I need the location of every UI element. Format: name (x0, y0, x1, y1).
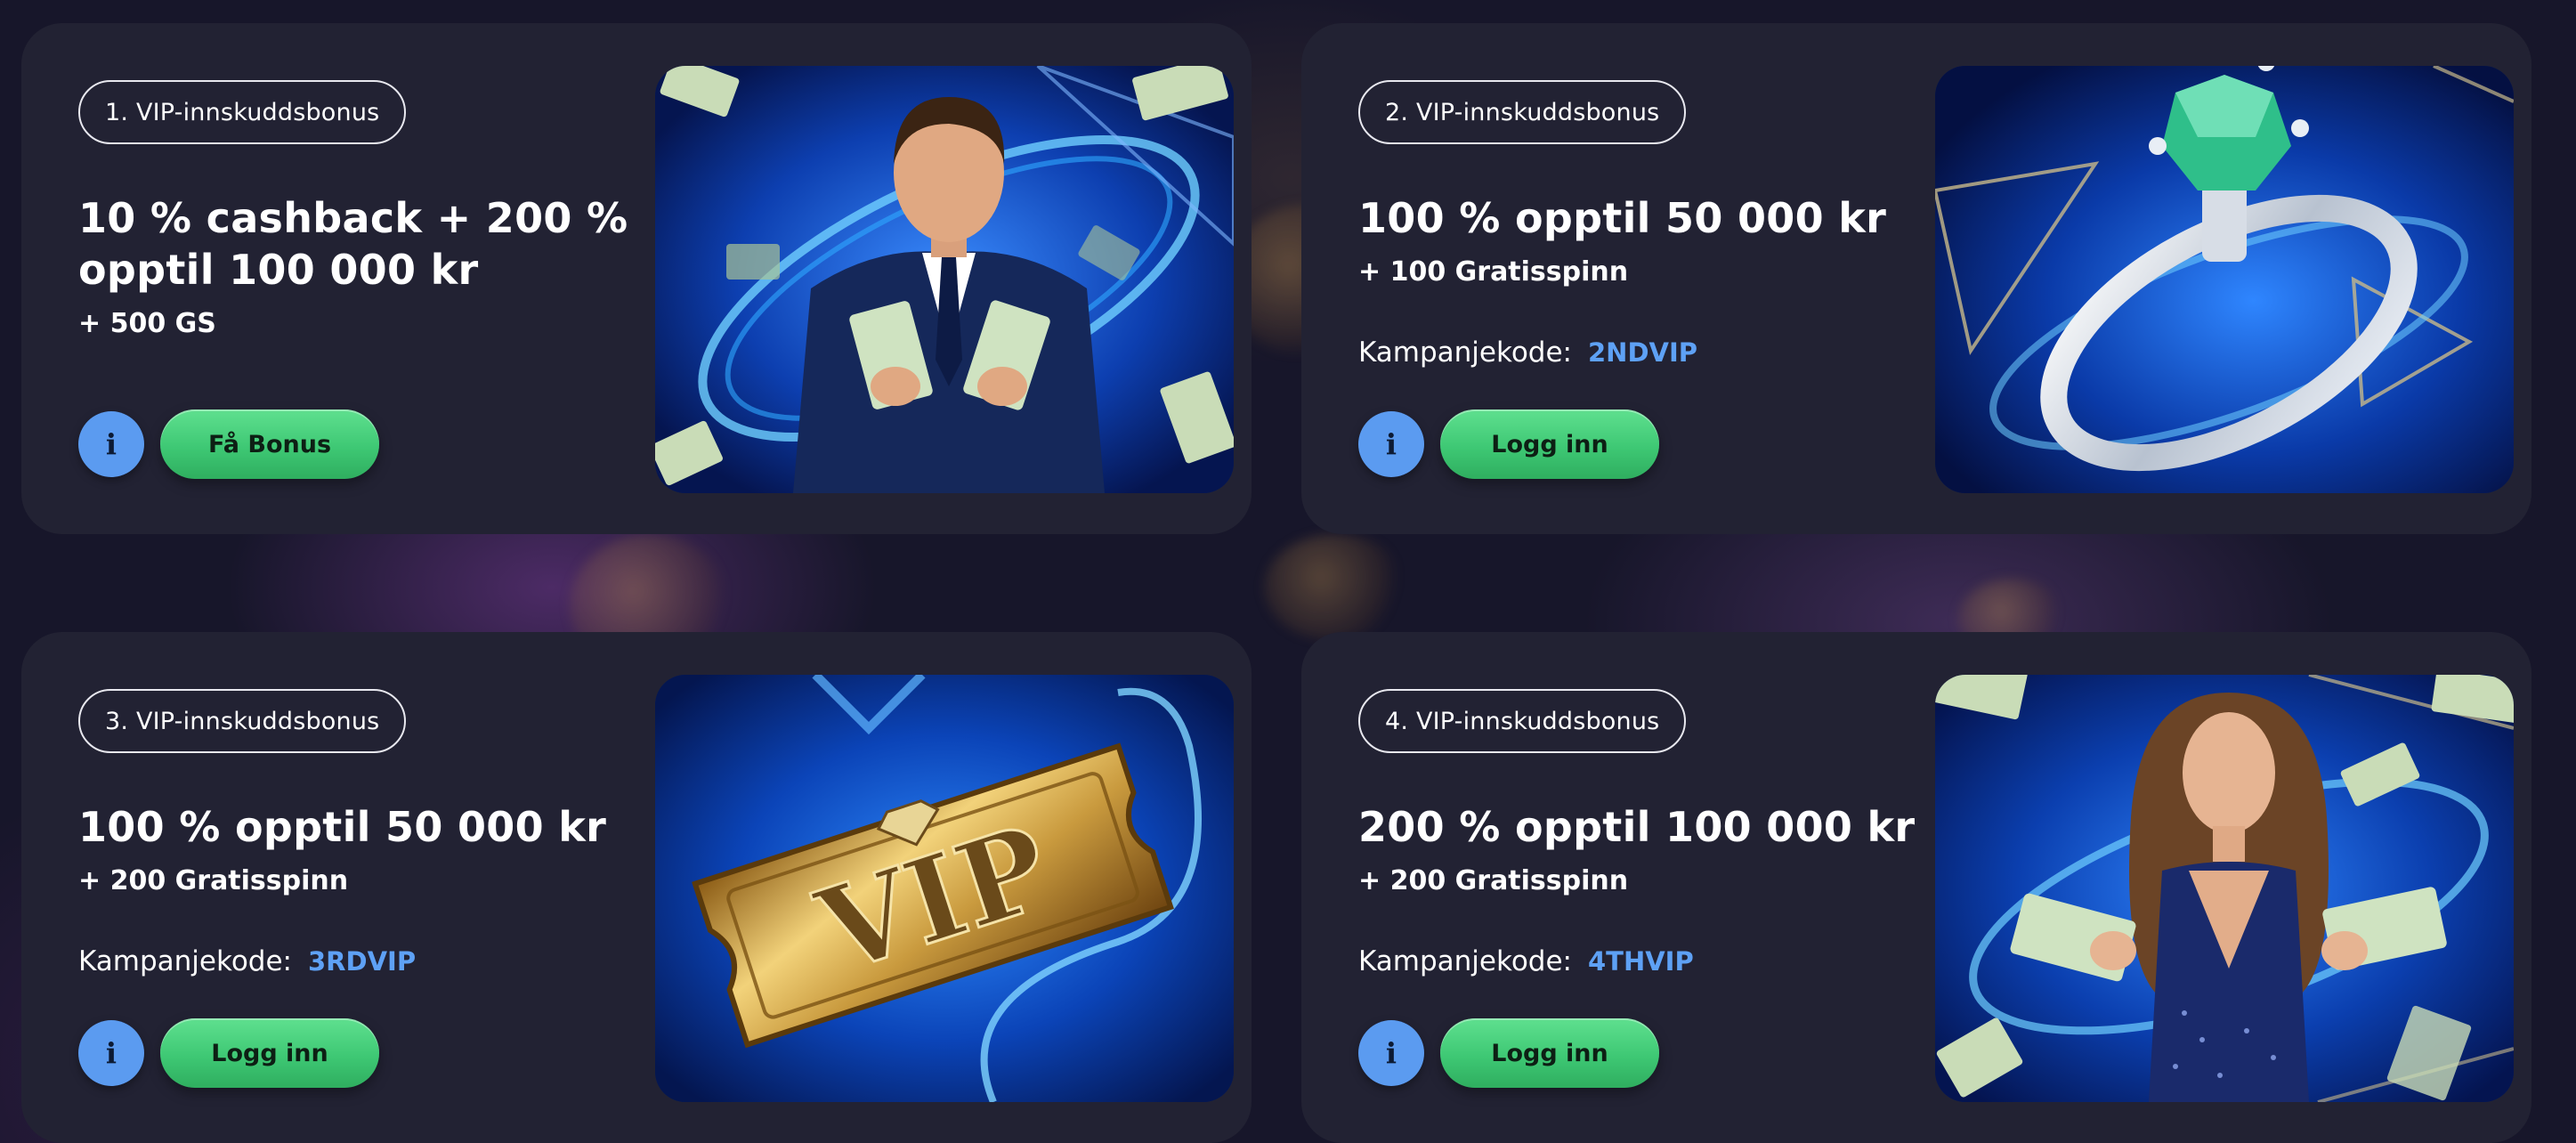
headline-line-1: 200 % opptil 100 000 kr (1358, 803, 1916, 851)
bonus-badge: 3. VIP-innskuddsbonus (78, 689, 407, 753)
info-button[interactable]: i (1358, 1020, 1424, 1086)
login-button[interactable]: Logg inn (1440, 1018, 1659, 1088)
bonus-headline: 100 % opptil 50 000 kr (1358, 192, 1886, 244)
promo-code-label: Kampanjekode: (1358, 336, 1572, 369)
bonus-headline: 200 % opptil 100 000 kr (1358, 801, 1915, 853)
bonus-card-4: 4. VIP-innskuddsbonus 200 % opptil 100 0… (1301, 632, 2531, 1143)
promo-code-value[interactable]: 2NDVIP (1588, 337, 1697, 368)
headline-line-2: opptil 100 000 kr (78, 246, 479, 294)
get-bonus-button[interactable]: Få Bonus (160, 409, 379, 479)
info-button[interactable]: i (78, 411, 144, 477)
info-button[interactable]: i (78, 1020, 144, 1086)
bonus-subline: + 500 GS (78, 308, 216, 339)
promo-code-row: Kampanjekode: 3RDVIP (78, 945, 416, 977)
promo-code-row: Kampanjekode: 4THVIP (1358, 945, 1694, 977)
headline-line-1: 100 % opptil 50 000 kr (78, 803, 607, 851)
bonus-card-1: 1. VIP-innskuddsbonus 10 % cashback + 20… (21, 23, 1252, 534)
bonus-image-vip-ticket: VIP (655, 675, 1234, 1102)
info-button[interactable]: i (1358, 411, 1424, 477)
promo-code-label: Kampanjekode: (78, 945, 292, 977)
promo-code-value[interactable]: 3RDVIP (308, 946, 416, 977)
login-button[interactable]: Logg inn (1440, 409, 1659, 479)
bonus-badge: 2. VIP-innskuddsbonus (1358, 80, 1687, 144)
bonus-subline: + 100 Gratisspinn (1358, 256, 1629, 288)
bonus-card-3: 3. VIP-innskuddsbonus 100 % opptil 50 00… (21, 632, 1252, 1143)
blurred-coin-decoration (1264, 534, 1406, 641)
bonus-image-woman-with-money (1935, 675, 2514, 1102)
bonus-subline: + 200 Gratisspinn (78, 865, 349, 896)
bonus-badge: 1. VIP-innskuddsbonus (78, 80, 407, 144)
bonus-image-diamond-ring (1935, 66, 2514, 493)
login-button[interactable]: Logg inn (160, 1018, 379, 1088)
bonus-image-man-with-money (655, 66, 1234, 493)
bonus-subline: + 200 Gratisspinn (1358, 865, 1629, 896)
bonus-badge: 4. VIP-innskuddsbonus (1358, 689, 1687, 753)
bonus-headline: 10 % cashback + 200 % opptil 100 000 kr (78, 192, 628, 296)
promo-code-value[interactable]: 4THVIP (1588, 946, 1694, 977)
bonus-headline: 100 % opptil 50 000 kr (78, 801, 606, 853)
bonus-card-2: 2. VIP-innskuddsbonus 100 % opptil 50 00… (1301, 23, 2531, 534)
promo-code-row: Kampanjekode: 2NDVIP (1358, 336, 1697, 369)
promo-code-label: Kampanjekode: (1358, 945, 1572, 977)
headline-line-1: 100 % opptil 50 000 kr (1358, 194, 1887, 242)
headline-line-1: 10 % cashback + 200 % (78, 194, 628, 242)
